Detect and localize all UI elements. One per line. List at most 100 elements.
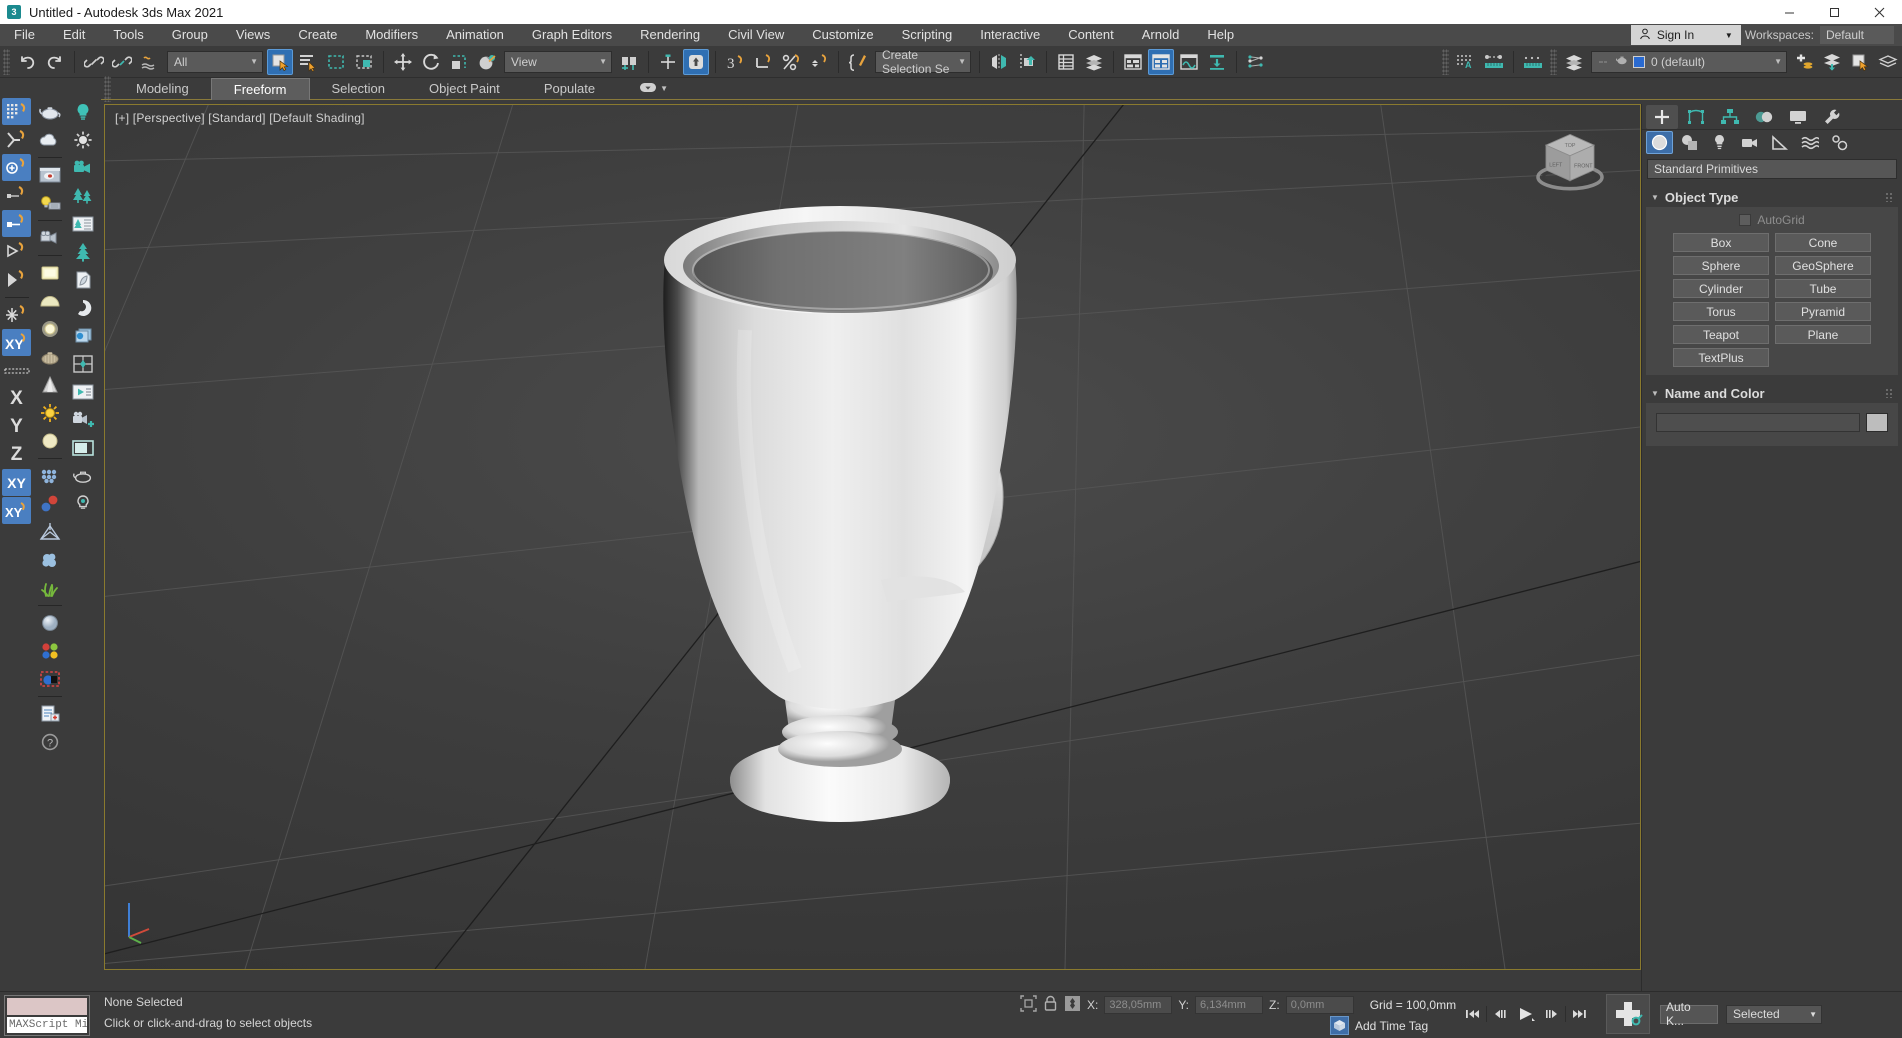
menu-content[interactable]: Content [1054, 24, 1128, 46]
camera-target-icon[interactable] [35, 224, 64, 251]
edit-named-selection-sets-icon[interactable] [845, 49, 871, 75]
utilities-tab-icon[interactable] [1816, 105, 1848, 129]
button-torus[interactable]: Torus [1673, 302, 1769, 321]
select-layer-objects-icon[interactable] [1819, 49, 1845, 75]
menu-civil-view[interactable]: Civil View [714, 24, 798, 46]
menu-file[interactable]: File [0, 24, 49, 46]
render-frame-window-icon[interactable] [1204, 49, 1230, 75]
pine-tree-icon[interactable] [68, 238, 97, 265]
grid-target-icon[interactable] [68, 350, 97, 377]
render-production-icon[interactable] [1243, 49, 1269, 75]
menu-edit[interactable]: Edit [49, 24, 99, 46]
xy-constraint-snap-icon[interactable]: XY [2, 329, 31, 356]
render-setup-icon[interactable] [1176, 49, 1202, 75]
toolbar-grip[interactable] [3, 48, 10, 75]
autogrid-checkbox[interactable] [1739, 214, 1752, 226]
motion-tab-icon[interactable] [1748, 105, 1780, 129]
object-name-input[interactable] [1656, 413, 1860, 432]
tab-freeform[interactable]: Freeform [210, 77, 310, 100]
sphere-light-icon[interactable] [35, 315, 64, 342]
select-and-manipulate-icon[interactable] [655, 49, 681, 75]
unlink-icon[interactable] [109, 49, 135, 75]
axis-constraint-xy-snap-icon[interactable]: XY [2, 497, 31, 524]
menu-modifiers[interactable]: Modifiers [351, 24, 432, 46]
maxscript-mini-listener[interactable]: MAXScript Mi [4, 995, 90, 1036]
axis-constraint-xy-icon[interactable]: XY [2, 469, 31, 496]
sign-in-button[interactable]: Sign In ▼ [1630, 25, 1741, 45]
ribbon-menu-icon[interactable] [639, 81, 657, 97]
menu-customize[interactable]: Customize [798, 24, 887, 46]
spinner-snap-icon[interactable] [806, 49, 832, 75]
axis-constraint-x-icon[interactable]: X [2, 385, 31, 412]
button-box[interactable]: Box [1673, 233, 1769, 252]
place-pivot-icon[interactable] [2, 238, 31, 265]
chevron-down-icon[interactable]: ▼ [660, 84, 668, 93]
button-textplus[interactable]: TextPlus [1673, 348, 1769, 367]
category-dropdown[interactable]: Standard Primitives [1647, 159, 1897, 179]
add-selection-to-layer-icon[interactable] [1847, 49, 1873, 75]
menu-help[interactable]: Help [1193, 24, 1248, 46]
viewport-label[interactable]: [+] [Perspective] [Standard] [Default Sh… [115, 111, 365, 125]
maximize-icon[interactable] [1812, 0, 1857, 24]
absolute-mode-transform-icon[interactable] [1064, 995, 1081, 1015]
ribbon-grip[interactable] [104, 75, 111, 102]
shapes-icon[interactable] [1676, 131, 1703, 154]
next-frame-icon[interactable] [1541, 1004, 1563, 1024]
align-icon[interactable] [1014, 49, 1040, 75]
named-selection-sets-dropdown[interactable]: Create Selection Se ▼ [875, 48, 971, 76]
select-and-place-icon[interactable] [474, 49, 500, 75]
hierarchy-tab-icon[interactable] [1714, 105, 1746, 129]
grass-icon[interactable] [35, 574, 64, 601]
geometry-icon[interactable] [1646, 131, 1673, 154]
angle-snap-icon[interactable] [750, 49, 776, 75]
object-color-swatch[interactable] [1866, 413, 1888, 432]
systems-icon[interactable] [1826, 131, 1853, 154]
button-geosphere[interactable]: GeoSphere [1775, 256, 1871, 275]
menu-interactive[interactable]: Interactive [966, 24, 1054, 46]
cameras-icon[interactable] [1736, 131, 1763, 154]
tab-selection[interactable]: Selection [310, 78, 407, 99]
matte-shadow-icon[interactable] [35, 665, 64, 692]
help-icon[interactable]: ? [35, 728, 64, 755]
cloud-particles-icon[interactable] [35, 546, 64, 573]
axis-constraint-z-icon[interactable]: Z [2, 441, 31, 468]
molecule-icon[interactable] [35, 490, 64, 517]
modify-tab-icon[interactable] [1680, 105, 1712, 129]
auto-key-button[interactable]: Auto K... [1660, 1000, 1718, 1028]
menu-tools[interactable]: Tools [99, 24, 157, 46]
align-camera-icon[interactable] [2, 266, 31, 293]
helpers-icon[interactable] [1766, 131, 1793, 154]
drag-handle-icon[interactable] [1885, 388, 1893, 398]
layer-stack-icon[interactable] [1875, 49, 1901, 75]
render-preview-icon[interactable] [35, 161, 64, 188]
menu-rendering[interactable]: Rendering [626, 24, 714, 46]
button-teapot[interactable]: Teapot [1673, 325, 1769, 344]
tape-measure-icon[interactable] [1520, 49, 1546, 75]
donut-icon[interactable] [68, 294, 97, 321]
angle-snap-toggle-icon[interactable] [2, 126, 31, 153]
select-and-rotate-icon[interactable] [418, 49, 444, 75]
rollout-object-type-header[interactable]: ▼ Object Type [1646, 187, 1898, 207]
minimize-icon[interactable] [1767, 0, 1812, 24]
button-tube[interactable]: Tube [1775, 279, 1871, 298]
bulb-teal-icon[interactable] [68, 98, 97, 125]
sun-gray-icon[interactable] [68, 126, 97, 153]
snaps-toggle-icon[interactable] [2, 98, 31, 125]
material-grid-icon[interactable] [35, 462, 64, 489]
select-and-move-icon[interactable] [390, 49, 416, 75]
axis-constraint-y-icon[interactable]: Y [2, 413, 31, 440]
isolate-selection-icon[interactable] [1020, 995, 1037, 1015]
layer-manager-icon[interactable] [1561, 49, 1587, 75]
add-time-tag-control[interactable]: Add Time Tag [1330, 1016, 1428, 1035]
normal-align-toggle-icon[interactable] [2, 210, 31, 237]
redo-icon[interactable] [42, 49, 68, 75]
z-field[interactable]: 0,0mm [1285, 996, 1354, 1014]
camera-teal-icon[interactable] [68, 154, 97, 181]
x-field[interactable]: 328,05mm [1104, 996, 1173, 1014]
percent-snap-toggle-icon[interactable] [2, 154, 31, 181]
button-sphere[interactable]: Sphere [1673, 256, 1769, 275]
rectangular-selection-region-icon[interactable] [323, 49, 349, 75]
cone-light-icon[interactable] [35, 371, 64, 398]
play-icon[interactable] [1513, 1004, 1539, 1024]
teapot-outline-icon[interactable] [68, 462, 97, 489]
